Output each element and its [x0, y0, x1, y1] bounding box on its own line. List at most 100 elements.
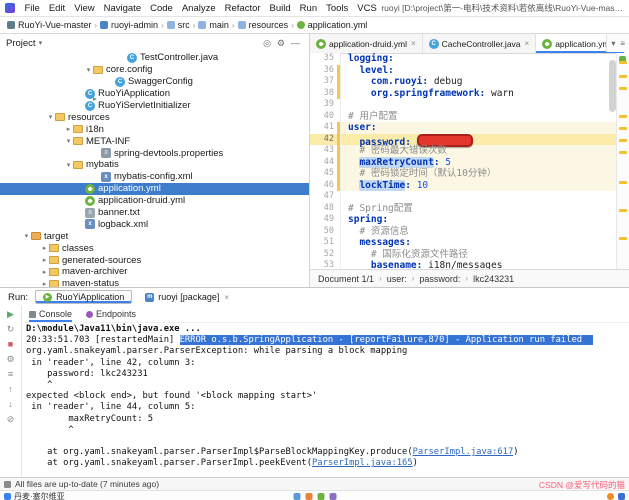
tree-item-maven-status[interactable]: ▸maven-status — [0, 278, 309, 287]
menu-build[interactable]: Build — [265, 3, 295, 14]
chevron-collapsed-icon[interactable]: ▸ — [40, 244, 49, 252]
rerun-button[interactable]: ▶ — [7, 309, 14, 320]
tab-console[interactable]: Console — [29, 306, 72, 322]
editor-breadcrumb-item[interactable]: password: — [419, 274, 460, 284]
text — [348, 249, 371, 260]
tree-item-i18n[interactable]: ▸ i18n — [0, 123, 309, 135]
menu-view[interactable]: View — [70, 3, 99, 14]
chevron-expanded-icon[interactable]: ▾ — [22, 232, 31, 240]
breadcrumb-separator-icon: › — [412, 274, 415, 283]
code-line: # 资源信息 — [341, 226, 629, 238]
tree-item-logback-xml[interactable]: xlogback.xml — [0, 218, 309, 230]
tree-item-resources[interactable]: ▾resources — [0, 111, 309, 123]
tree-item-label: application-druid.yml — [98, 195, 185, 206]
taskbar-app-icon-2[interactable] — [305, 493, 312, 500]
breadcrumb-item-ruoyi-admin[interactable]: ruoyi-admin — [100, 20, 158, 30]
chevron-expanded-icon[interactable]: ▾ — [46, 113, 55, 121]
menu-refactor[interactable]: Refactor — [220, 3, 265, 14]
chevron-collapsed-icon[interactable]: ▸ — [40, 256, 49, 264]
folder-icon — [49, 268, 59, 276]
menu-code[interactable]: Code — [146, 3, 178, 14]
status-bar-icon — [4, 481, 11, 488]
breadcrumb-item-resources[interactable]: resources — [238, 20, 289, 30]
close-icon[interactable]: × — [525, 39, 530, 48]
tree-item-generated-sources[interactable]: ▸generated-sources — [0, 254, 309, 266]
breadcrumb-item-ruoyi-vue-master[interactable]: RuoYi-Vue-master — [7, 20, 91, 30]
up-stack-trace-button[interactable]: ↑ — [8, 384, 13, 395]
clear-console-button[interactable]: ⊘ — [7, 414, 15, 425]
chevron-expanded-icon[interactable]: ▾ — [64, 161, 73, 169]
tree-item-testcontroller-java[interactable]: CTestController.java — [0, 52, 309, 64]
console-line: password: lkc243231 — [26, 369, 629, 380]
tab-list-dropdown-icon[interactable]: ▾ — [611, 39, 615, 48]
tree-item-ruoyiapplication[interactable]: CRuoYiApplication — [0, 88, 309, 100]
editor-breadcrumb-item[interactable]: user: — [387, 274, 407, 284]
editor-breadcrumb-item[interactable]: Document 1/1 — [318, 274, 374, 284]
breadcrumb-item-src[interactable]: src — [167, 20, 190, 30]
tree-item-swaggerconfig[interactable]: CSwaggerConfig — [0, 76, 309, 88]
menu-navigate[interactable]: Navigate — [99, 3, 146, 14]
chevron-collapsed-icon[interactable]: ▸ — [40, 280, 49, 287]
tab-endpoints[interactable]: Endpoints — [86, 306, 136, 322]
tree-item-meta-inf[interactable]: ▾META-INF — [0, 135, 309, 147]
console-text: 20:33:51.703 [restartedMain] — [26, 335, 180, 345]
taskbar-app-icon-3[interactable] — [317, 493, 324, 500]
run-tab-label: ruoyi [package] — [158, 292, 219, 302]
tab-cachecontroller-java[interactable]: CCacheController.java× — [423, 34, 537, 53]
tree-item-banner-txt[interactable]: ≡banner.txt — [0, 207, 309, 219]
menu-edit[interactable]: Edit — [44, 3, 69, 14]
run-tab-ruoyi-package[interactable]: mruoyi [package]× — [138, 290, 236, 304]
menu-tools[interactable]: Tools — [322, 3, 353, 14]
menu-file[interactable]: File — [20, 3, 44, 14]
line-number: 51 — [310, 237, 340, 249]
stop-button[interactable]: ■ — [8, 339, 13, 350]
tree-item-target[interactable]: ▾target — [0, 230, 309, 242]
editor-breadcrumb-item[interactable]: lkc243231 — [473, 274, 514, 284]
chevron-expanded-icon[interactable]: ▾ — [84, 66, 93, 74]
console-output[interactable]: D:\module\Java11\bin\java.exe ...20:33:5… — [21, 322, 629, 478]
tree-item-spring-devtools-properties[interactable]: ≡spring-devtools.properties — [0, 147, 309, 159]
hide-panel-button[interactable]: — — [288, 38, 303, 49]
editor-options-icon[interactable]: ≡ — [620, 39, 625, 48]
tree-item-mybatis-config-xml[interactable]: xmybatis-config.xml — [0, 171, 309, 183]
menu-vcs[interactable]: VCS — [353, 3, 382, 14]
chevron-collapsed-icon[interactable]: ▸ — [40, 268, 49, 276]
project-panel-title[interactable]: Project — [6, 38, 36, 49]
tab-application-druid-yml[interactable]: application-druid.yml× — [310, 34, 423, 53]
taskbar-widget[interactable]: 丹麦·塞尔维亚 — [4, 491, 65, 500]
locate-file-button[interactable]: ◎ — [260, 38, 274, 49]
settings-button[interactable]: ⚙ — [274, 38, 288, 49]
taskbar-app-icon-4[interactable] — [329, 493, 336, 500]
tree-item-core-config[interactable]: ▾core.config — [0, 64, 309, 76]
breadcrumb-item-application-yml[interactable]: application.yml — [297, 20, 368, 30]
tree-item-classes[interactable]: ▸classes — [0, 242, 309, 254]
tree-item-maven-archiver[interactable]: ▸maven-archiver — [0, 266, 309, 278]
down-stack-trace-button[interactable]: ↓ — [8, 399, 13, 410]
menu-analyze[interactable]: Analyze — [177, 3, 220, 14]
close-icon[interactable]: × — [224, 293, 229, 302]
tree-item-application-druid-yml[interactable]: application-druid.yml — [0, 195, 309, 207]
tree-item-ruoyiservletinitializer[interactable]: CRuoYiServletInitializer — [0, 100, 309, 112]
editor-scrollbar-thumb[interactable] — [609, 60, 616, 112]
tree-item-application-yml[interactable]: application.yml — [0, 183, 309, 195]
stack-trace-link[interactable]: ParserImpl.java:165 — [312, 458, 413, 468]
run-tab-ruoyiapplication[interactable]: ▶RuoYiApplication — [35, 290, 132, 304]
close-icon[interactable]: × — [411, 39, 416, 48]
tree-item-mybatis[interactable]: ▾mybatis — [0, 159, 309, 171]
menu-run[interactable]: Run — [295, 3, 321, 14]
stack-trace-link[interactable]: ParserImpl.java:617 — [413, 447, 514, 457]
chevron-down-icon[interactable]: ▾ — [39, 39, 43, 47]
tree-item-label: i18n — [86, 124, 104, 135]
code-area[interactable]: 35363738394041424344454647484950515253 l… — [310, 53, 629, 270]
editor-lines[interactable]: logging: level: com.ruoyi: debug org.spr… — [341, 53, 629, 270]
settings-icon[interactable]: ⚙ — [6, 354, 14, 365]
tray-icon-2[interactable] — [618, 493, 625, 500]
soft-wrap-icon[interactable]: ≡ — [8, 369, 13, 380]
chevron-expanded-icon[interactable]: ▾ — [64, 137, 73, 145]
tray-icon-1[interactable] — [607, 493, 614, 500]
breadcrumb-item-main[interactable]: main — [198, 20, 229, 30]
chevron-collapsed-icon[interactable]: ▸ — [64, 125, 73, 133]
refresh-button[interactable]: ↻ — [7, 324, 15, 335]
taskbar-app-icon-1[interactable] — [293, 493, 300, 500]
run-tool-window: Run: ▶RuoYiApplicationmruoyi [package]× … — [0, 287, 629, 478]
